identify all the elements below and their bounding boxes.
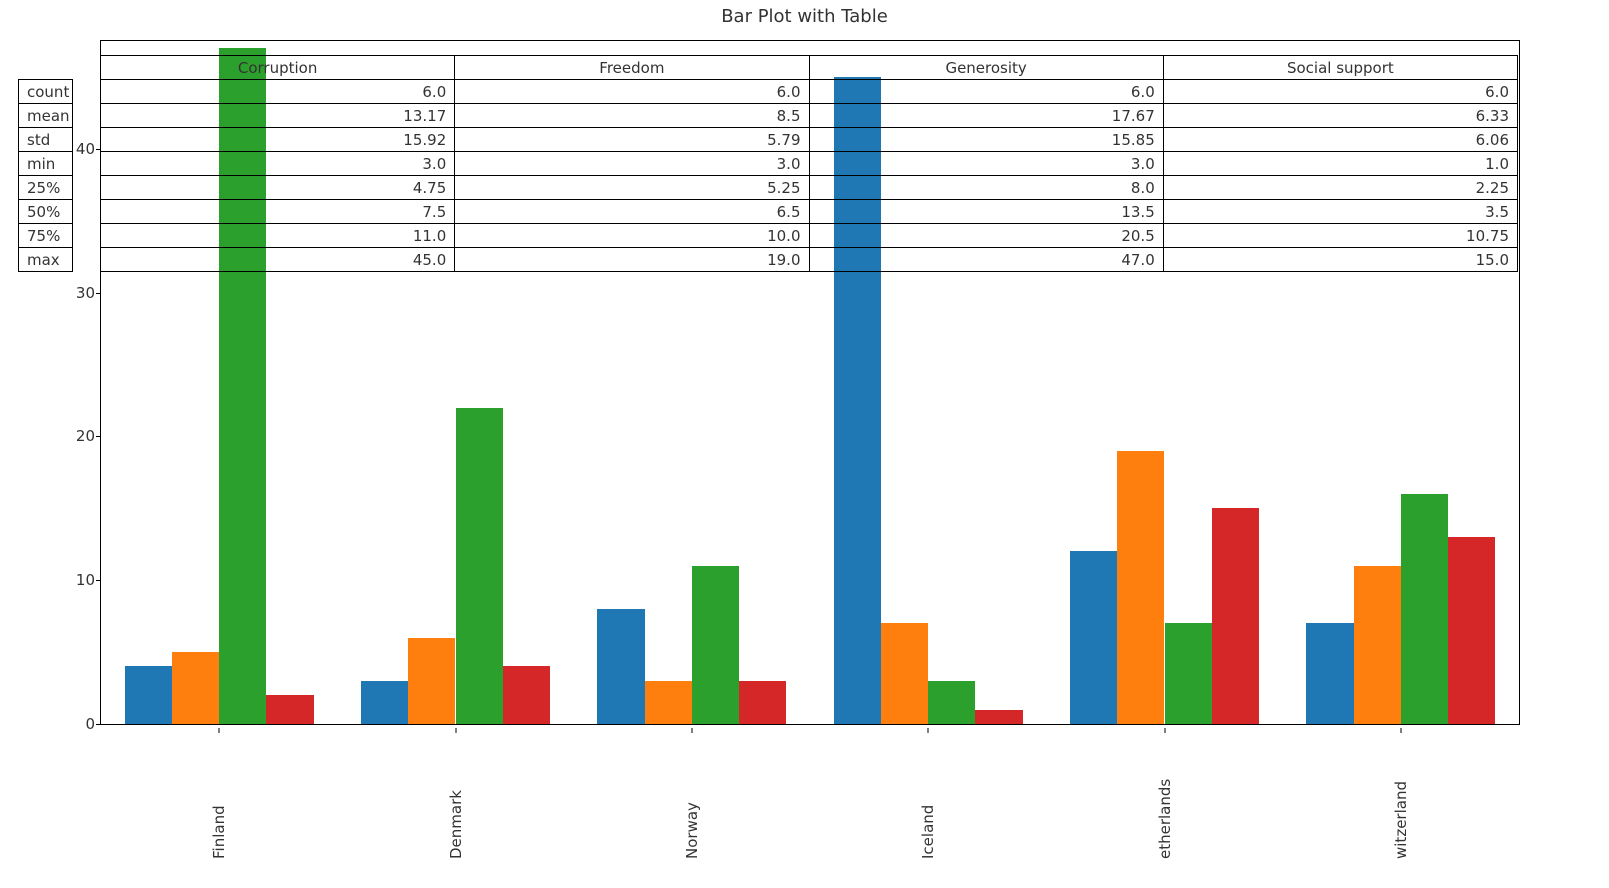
table-gap-cell xyxy=(73,152,101,176)
table-cell: 5.79 xyxy=(455,128,809,152)
table-cell: 3.0 xyxy=(455,152,809,176)
bar-freedom xyxy=(1354,566,1401,724)
table-cell: 3.0 xyxy=(809,152,1163,176)
bar-generosity xyxy=(1165,623,1212,724)
table-cell: 3.5 xyxy=(1163,200,1517,224)
row-header: 75% xyxy=(19,224,73,248)
x-tick-label: Finland xyxy=(210,739,228,859)
table-cell: 13.5 xyxy=(809,200,1163,224)
chart-canvas: Bar Plot with Table 010203040FinlandDenm… xyxy=(0,0,1609,888)
table-cell: 2.25 xyxy=(1163,176,1517,200)
chart-title: Bar Plot with Table xyxy=(0,6,1609,27)
x-tick-label: Norway xyxy=(683,739,701,859)
table-cell: 10.75 xyxy=(1163,224,1517,248)
table-cell: 3.0 xyxy=(101,152,455,176)
table-row: std 15.925.7915.856.06 xyxy=(19,128,1518,152)
table-cell: 6.0 xyxy=(101,80,455,104)
table-corner-cell xyxy=(19,56,73,80)
table-row: 75% 11.010.020.510.75 xyxy=(19,224,1518,248)
bar-generosity xyxy=(1401,494,1448,724)
bar-corruption xyxy=(1070,551,1117,724)
y-tick-label: 10 xyxy=(61,571,95,589)
row-header: mean xyxy=(19,104,73,128)
bar-social-support xyxy=(739,681,786,724)
table-cell: 20.5 xyxy=(809,224,1163,248)
table-cell: 8.5 xyxy=(455,104,809,128)
row-header: 50% xyxy=(19,200,73,224)
table-cell: 4.75 xyxy=(101,176,455,200)
table-gap-cell xyxy=(73,128,101,152)
table-gap-cell xyxy=(73,176,101,200)
table-cell: 15.0 xyxy=(1163,248,1517,272)
table-cell: 6.0 xyxy=(455,80,809,104)
table-cell: 6.0 xyxy=(809,80,1163,104)
bar-social-support xyxy=(1448,537,1495,724)
bar-social-support xyxy=(975,710,1022,724)
table-gap-cell xyxy=(73,248,101,272)
y-tick-label: 0 xyxy=(61,715,95,733)
table-cell: 13.17 xyxy=(101,104,455,128)
table-cell: 5.25 xyxy=(455,176,809,200)
bar-social-support xyxy=(503,666,550,724)
bar-social-support xyxy=(1212,508,1259,724)
table-row: min3.03.03.01.0 xyxy=(19,152,1518,176)
table-cell: 47.0 xyxy=(809,248,1163,272)
x-tick-label: Denmark xyxy=(447,739,465,859)
bar-freedom xyxy=(172,652,219,724)
bar-freedom xyxy=(1117,451,1164,724)
bar-freedom xyxy=(881,623,928,724)
table-cell: 6.33 xyxy=(1163,104,1517,128)
row-header: count xyxy=(19,80,73,104)
table-row: count6.06.06.06.0 xyxy=(19,80,1518,104)
table-gap-cell xyxy=(73,200,101,224)
row-header: std xyxy=(19,128,73,152)
table-cell: 11.0 xyxy=(101,224,455,248)
bar-generosity xyxy=(456,408,503,724)
table-header-row: Corruption Freedom Generosity Social sup… xyxy=(19,56,1518,80)
row-header: max xyxy=(19,248,73,272)
col-header: Freedom xyxy=(455,56,809,80)
table-row: 25% 4.755.258.02.25 xyxy=(19,176,1518,200)
table-cell: 1.0 xyxy=(1163,152,1517,176)
table-cell: 6.06 xyxy=(1163,128,1517,152)
table-row: 50% 7.56.513.53.5 xyxy=(19,200,1518,224)
table-cell: 7.5 xyxy=(101,200,455,224)
table-gap-cell xyxy=(73,224,101,248)
x-tick-label: etherlands xyxy=(1156,739,1174,859)
x-tick-label: Iceland xyxy=(919,739,937,859)
x-tick-label: witzerland xyxy=(1392,739,1410,859)
table-cell: 45.0 xyxy=(101,248,455,272)
stats-table-wrap: Corruption Freedom Generosity Social sup… xyxy=(18,55,1518,272)
bar-corruption xyxy=(125,666,172,724)
y-tick-label: 20 xyxy=(61,427,95,445)
table-cell: 6.5 xyxy=(455,200,809,224)
table-row: mean 13.178.517.676.33 xyxy=(19,104,1518,128)
row-header: 25% xyxy=(19,176,73,200)
stats-table: Corruption Freedom Generosity Social sup… xyxy=(18,55,1518,272)
bar-corruption xyxy=(1306,623,1353,724)
table-cell: 15.85 xyxy=(809,128,1163,152)
table-row: max 45.019.047.015.0 xyxy=(19,248,1518,272)
table-cell: 17.67 xyxy=(809,104,1163,128)
col-header: Corruption xyxy=(101,56,455,80)
row-header: min xyxy=(19,152,73,176)
table-cell: 15.92 xyxy=(101,128,455,152)
table-cell: 10.0 xyxy=(455,224,809,248)
bar-generosity xyxy=(692,566,739,724)
col-header: Social support xyxy=(1163,56,1517,80)
col-header: Generosity xyxy=(809,56,1163,80)
bar-corruption xyxy=(361,681,408,724)
table-cell: 8.0 xyxy=(809,176,1163,200)
table-cell: 6.0 xyxy=(1163,80,1517,104)
bar-freedom xyxy=(408,638,455,724)
bar-generosity xyxy=(928,681,975,724)
table-cell: 19.0 xyxy=(455,248,809,272)
bar-social-support xyxy=(266,695,313,724)
bar-corruption xyxy=(597,609,644,724)
y-tick-label: 30 xyxy=(61,284,95,302)
table-gap-cell xyxy=(73,80,101,104)
table-gap-cell xyxy=(73,104,101,128)
table-gap-cell xyxy=(73,56,101,80)
bar-freedom xyxy=(645,681,692,724)
